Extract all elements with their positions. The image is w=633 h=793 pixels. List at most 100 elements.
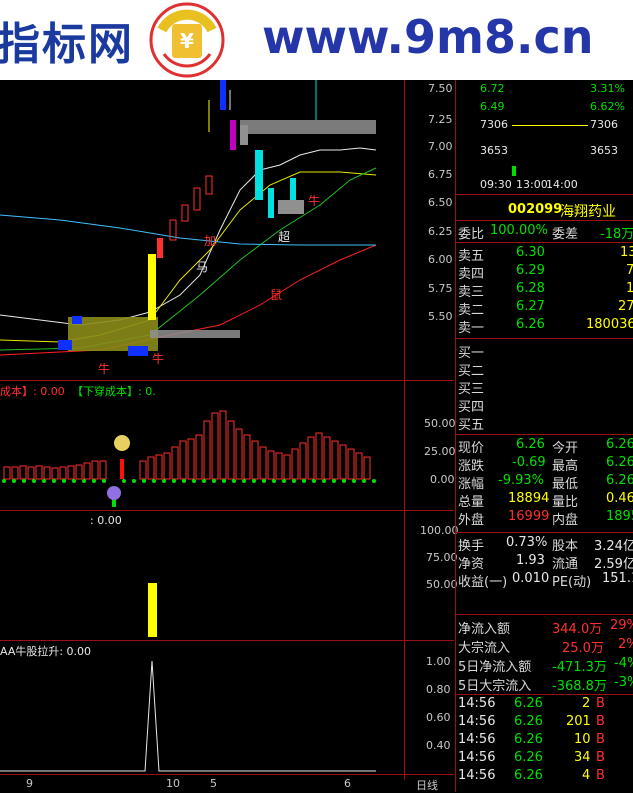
site-url: www.9m8.cn [262, 10, 594, 64]
divider [456, 220, 633, 221]
ask-row[interactable]: 卖一 6.26 180036 [458, 317, 633, 336]
mini-right-val: 3653 [590, 144, 618, 157]
divider [456, 242, 633, 243]
indicator-cost-panel[interactable]: 成本】: 0.00 【下穿成本】: 0.: 0.00 [0, 381, 404, 527]
indicator-niugu-panel[interactable]: AA牛股拉升: 0.00 [0, 641, 404, 773]
niugu-line-svg [0, 660, 376, 772]
price-tick: 5.50 [428, 310, 453, 323]
flow-row: 净流入额344.0万29% [458, 618, 633, 637]
bid-row[interactable]: 买四 [458, 396, 484, 415]
vol-tick: 75.00 [426, 551, 458, 564]
stock-code: 002099 [508, 202, 563, 217]
tick-row[interactable]: 14:56 6.26 4 B [458, 768, 605, 783]
watermark-banner: 指标网 ¥ www.9m8.cn [0, 0, 633, 80]
stats2-row: 收益(一)0.010PE(动)151.1 [458, 571, 633, 590]
quote-panel: 6.72 6.49 7306 3653 3.31% 6.62% 7306 365… [455, 80, 633, 792]
stats-row: 涨跌 -0.69 最高 6.26 [458, 455, 633, 474]
indicator-volume-panel[interactable] [0, 511, 404, 639]
mini-volume-bars [512, 166, 516, 176]
stats-row: 总量 18894 量比 0.46 [458, 491, 633, 510]
niugu-tick: 1.00 [426, 655, 451, 668]
mini-left-val: 6.49 [480, 100, 505, 113]
divider [456, 194, 633, 195]
flow-row: 5日净流入额-471.3万-4% [458, 656, 633, 675]
bid-row[interactable]: 买三 [458, 378, 484, 397]
weicha-label: 委差 [552, 227, 579, 242]
flow-row: 大宗流入25.0万2% [458, 637, 633, 656]
divider [456, 434, 633, 435]
mini-left-val: 6.72 [480, 82, 505, 95]
weibi-label: 委比 [458, 227, 485, 242]
vol-tick: 50.00 [426, 578, 458, 591]
site-logo: ¥ [149, 2, 225, 78]
mini-right-val: 7306 [590, 118, 618, 131]
price-tick: 7.50 [428, 82, 453, 95]
stats-row: 外盘16999内盘1895 [458, 509, 633, 528]
stats-row: 涨幅 -9.93% 最低 6.26 [458, 473, 633, 492]
ask-row[interactable]: 卖二 6.27 27 [458, 299, 633, 318]
mini-left-val: 7306 [480, 118, 508, 131]
ask-row[interactable]: 卖五 6.30 13 [458, 245, 633, 264]
price-tick: 6.50 [428, 196, 453, 209]
price-tick: 6.00 [428, 253, 453, 266]
annotation-jia: 加 [204, 234, 217, 248]
vol-tick: 100.00 [420, 524, 459, 537]
price-axis-line [404, 80, 405, 780]
annotation-ma: 马 [196, 260, 209, 274]
bid-row[interactable]: 买二 [458, 360, 484, 379]
mini-left-val: 3653 [480, 144, 508, 157]
ask-row[interactable]: 卖四 6.29 7 [458, 263, 633, 282]
time-label: 10 [166, 777, 180, 790]
mini-intraday-chart[interactable]: 6.72 6.49 7306 3653 3.31% 6.62% 7306 365… [456, 80, 633, 192]
period-label[interactable]: 日线 [416, 777, 438, 793]
annotation-niu-bottom-b: 牛 [98, 362, 111, 376]
ask-row[interactable]: 卖三 6.28 1 [458, 281, 633, 300]
flow-row: 5日大宗流入-368.8万-3% [458, 675, 633, 694]
cost-tick: 25.00 [424, 445, 456, 458]
price-axis: 7.50 7.25 7.00 6.75 6.50 6.25 6.00 5.75 … [408, 80, 454, 380]
site-name-left: 指标网 [0, 19, 134, 70]
weibi-value: 100.00% [490, 223, 548, 238]
bid-row[interactable]: 买一 [458, 342, 484, 361]
bid-row[interactable]: 买五 [458, 414, 484, 433]
stats2-row: 净资 1.93 流通 2.59亿 [458, 553, 633, 572]
tick-row[interactable]: 14:56 6.26 10 B [458, 732, 605, 747]
main-kline-chart[interactable]: 牛 加 超 马 鼠 牛 牛 [0, 80, 404, 380]
kline-svg [0, 80, 377, 356]
mini-right-val: 3.31% [590, 82, 625, 95]
price-tick: 6.75 [428, 168, 453, 181]
annotation-niu-bottom-a: 牛 [152, 352, 165, 366]
time-label: 6 [344, 777, 351, 790]
divider [456, 614, 633, 615]
cost-bars-svg [2, 410, 376, 507]
mini-time-label: 14:00 [546, 178, 578, 191]
weicha-value: -18万 [600, 227, 633, 242]
annotation-niu-top: 牛 [308, 194, 321, 208]
mini-right-val: 6.62% [590, 100, 625, 113]
time-label: 5 [210, 777, 217, 790]
mini-time-label: 13:00 [516, 178, 548, 191]
annotation-chao: 超 [278, 230, 291, 244]
stock-name: 海翔药业 [560, 204, 616, 220]
niugu-tick: 0.80 [426, 683, 451, 696]
divider [456, 532, 633, 533]
mini-volume-line [512, 125, 588, 126]
annotation-shu: 鼠 [270, 288, 283, 302]
cost-tick: 0.00 [430, 473, 455, 486]
divider [456, 694, 633, 695]
signal-bar [148, 583, 157, 637]
svg-text:¥: ¥ [180, 29, 194, 53]
tick-row[interactable]: 14:56 6.26 2 B [458, 696, 605, 711]
stats-row: 现价 6.26 今开 6.26 [458, 437, 633, 456]
tick-row[interactable]: 14:56 6.26 34 B [458, 750, 605, 765]
stats2-row: 换手 0.73% 股本 3.24亿 [458, 535, 633, 554]
niugu-tick: 0.60 [426, 711, 451, 724]
niugu-tick: 0.40 [426, 739, 451, 752]
time-axis-line [0, 774, 454, 775]
price-tick: 5.75 [428, 282, 453, 295]
tick-row[interactable]: 14:56 6.26 201 B [458, 714, 605, 729]
price-tick: 7.25 [428, 113, 453, 126]
price-tick: 6.25 [428, 225, 453, 238]
price-tick: 7.00 [428, 140, 453, 153]
mini-time-label: 09:30 [480, 178, 512, 191]
